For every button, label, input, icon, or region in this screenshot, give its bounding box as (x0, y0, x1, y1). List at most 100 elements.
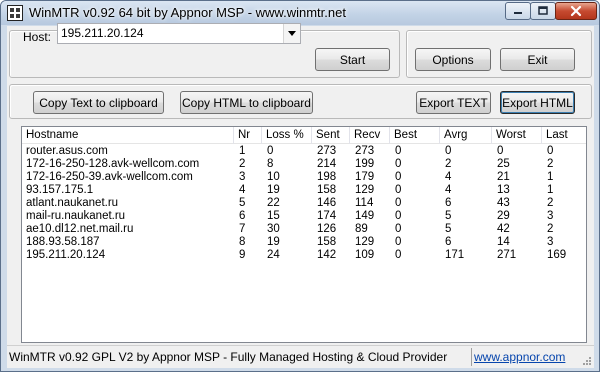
cell-loss: 24 (267, 249, 280, 261)
cell-recv: 89 (355, 223, 368, 235)
table-row[interactable]: 195.211.20.124 9 24 142 109 0 171 271 16… (22, 249, 586, 262)
host-combobox[interactable]: 195.211.20.124 (57, 23, 301, 44)
dropdown-arrow-button[interactable] (283, 24, 300, 43)
table-row[interactable]: mail-ru.naukanet.ru 6 15 174 149 0 5 29 … (22, 210, 586, 223)
cell-last: 2 (547, 197, 554, 209)
status-text: WinMTR v0.92 GPL V2 by Appnor MSP - Full… (9, 350, 448, 364)
column-header-recv[interactable]: Recv (350, 127, 390, 144)
column-header-worst[interactable]: Worst (492, 127, 542, 144)
minimize-icon (514, 12, 522, 14)
host-label: Host: (23, 30, 52, 44)
window-title: WinMTR v0.92 64 bit by Appnor MSP - www.… (29, 5, 346, 20)
resize-grip-icon[interactable] (582, 356, 592, 366)
cell-sent: 273 (317, 145, 337, 157)
column-header-best[interactable]: Best (390, 127, 440, 144)
cell-hostname: router.asus.com (26, 145, 108, 157)
cell-nr: 5 (239, 197, 246, 209)
cell-worst: 271 (497, 249, 517, 261)
cell-avrg: 0 (445, 145, 452, 157)
cell-last: 3 (547, 210, 554, 222)
cell-loss: 19 (267, 236, 280, 248)
cell-avrg: 4 (445, 171, 452, 183)
cell-last: 3 (547, 236, 554, 248)
export-html-button[interactable]: Export HTML (500, 91, 575, 114)
cell-best: 0 (395, 158, 402, 170)
cell-recv: 149 (355, 210, 375, 222)
column-header-last[interactable]: Last (542, 127, 586, 144)
table-header: Hostname Nr Loss % Sent Recv Best Avrg W… (22, 127, 586, 144)
copy-html-button[interactable]: Copy HTML to clipboard (180, 91, 313, 114)
exit-button[interactable]: Exit (500, 48, 575, 71)
cell-avrg: 6 (445, 197, 452, 209)
table-row[interactable]: atlant.naukanet.ru 5 22 146 114 0 6 43 2 (22, 197, 586, 210)
cell-sent: 158 (317, 184, 337, 196)
maximize-button[interactable] (530, 2, 556, 20)
options-button[interactable]: Options (415, 48, 491, 71)
cell-nr: 6 (239, 210, 246, 222)
cell-loss: 15 (267, 210, 280, 222)
cell-recv: 114 (355, 197, 374, 209)
maximize-icon (538, 6, 548, 15)
cell-recv: 109 (355, 249, 375, 261)
minimize-button[interactable] (505, 2, 531, 20)
cell-sent: 174 (317, 210, 337, 222)
cell-hostname: 188.93.58.187 (26, 236, 100, 248)
cell-avrg: 5 (445, 210, 452, 222)
cell-loss: 0 (267, 145, 274, 157)
cell-recv: 273 (355, 145, 375, 157)
cell-best: 0 (395, 249, 402, 261)
column-header-nr[interactable]: Nr (234, 127, 262, 144)
cell-nr: 3 (239, 171, 246, 183)
cell-nr: 8 (239, 236, 246, 248)
cell-last: 169 (547, 249, 567, 261)
table-row[interactable]: 188.93.58.187 8 19 158 129 0 6 14 3 (22, 236, 586, 249)
title-bar[interactable]: WinMTR v0.92 64 bit by Appnor MSP - www.… (1, 1, 599, 25)
export-text-button[interactable]: Export TEXT (416, 91, 491, 114)
column-header-sent[interactable]: Sent (312, 127, 350, 144)
cell-loss: 19 (267, 184, 280, 196)
cell-recv: 129 (355, 236, 375, 248)
table-row[interactable]: 172-16-250-39.avk-wellcom.com 3 10 198 1… (22, 171, 586, 184)
cell-recv: 199 (355, 158, 375, 170)
table-row[interactable]: ae10.dl12.net.mail.ru 7 30 126 89 0 5 42… (22, 223, 586, 236)
chevron-down-icon (288, 31, 296, 36)
cell-nr: 7 (239, 223, 246, 235)
cell-last: 1 (547, 171, 554, 183)
cell-nr: 9 (239, 249, 246, 261)
table-row[interactable]: router.asus.com 1 0 273 273 0 0 0 0 (22, 145, 586, 158)
cell-sent: 126 (317, 223, 337, 235)
copy-text-button[interactable]: Copy Text to clipboard (33, 91, 164, 114)
column-header-hostname[interactable]: Hostname (22, 127, 234, 144)
cell-worst: 0 (497, 145, 504, 157)
cell-sent: 146 (317, 197, 337, 209)
cell-avrg: 171 (445, 249, 465, 261)
cell-worst: 25 (497, 158, 510, 170)
cell-nr: 2 (239, 158, 246, 170)
app-icon (7, 5, 23, 21)
cell-recv: 129 (355, 184, 375, 196)
close-button[interactable] (555, 2, 597, 20)
column-header-loss[interactable]: Loss % (262, 127, 312, 144)
cell-loss: 8 (267, 158, 274, 170)
start-button[interactable]: Start (315, 48, 390, 71)
cell-sent: 142 (317, 249, 337, 261)
cell-worst: 21 (497, 171, 510, 183)
cell-hostname: atlant.naukanet.ru (26, 197, 119, 209)
cell-nr: 4 (239, 184, 246, 196)
cell-avrg: 2 (445, 158, 452, 170)
cell-worst: 29 (497, 210, 510, 222)
cell-worst: 42 (497, 223, 510, 235)
cell-loss: 22 (267, 197, 280, 209)
cell-worst: 43 (497, 197, 510, 209)
cell-loss: 10 (267, 171, 280, 183)
cell-nr: 1 (239, 145, 246, 157)
trace-table[interactable]: Hostname Nr Loss % Sent Recv Best Avrg W… (21, 126, 587, 343)
cell-hostname: 172-16-250-39.avk-wellcom.com (26, 171, 193, 183)
appnor-link[interactable]: www.appnor.com (474, 350, 565, 364)
table-row[interactable]: 172-16-250-128.avk-wellcom.com 2 8 214 1… (22, 158, 586, 171)
table-row[interactable]: 93.157.175.1 4 19 158 129 0 4 13 1 (22, 184, 586, 197)
cell-avrg: 4 (445, 184, 452, 196)
cell-worst: 14 (497, 236, 510, 248)
host-input[interactable]: 195.211.20.124 (61, 26, 144, 40)
column-header-avrg[interactable]: Avrg (440, 127, 492, 144)
